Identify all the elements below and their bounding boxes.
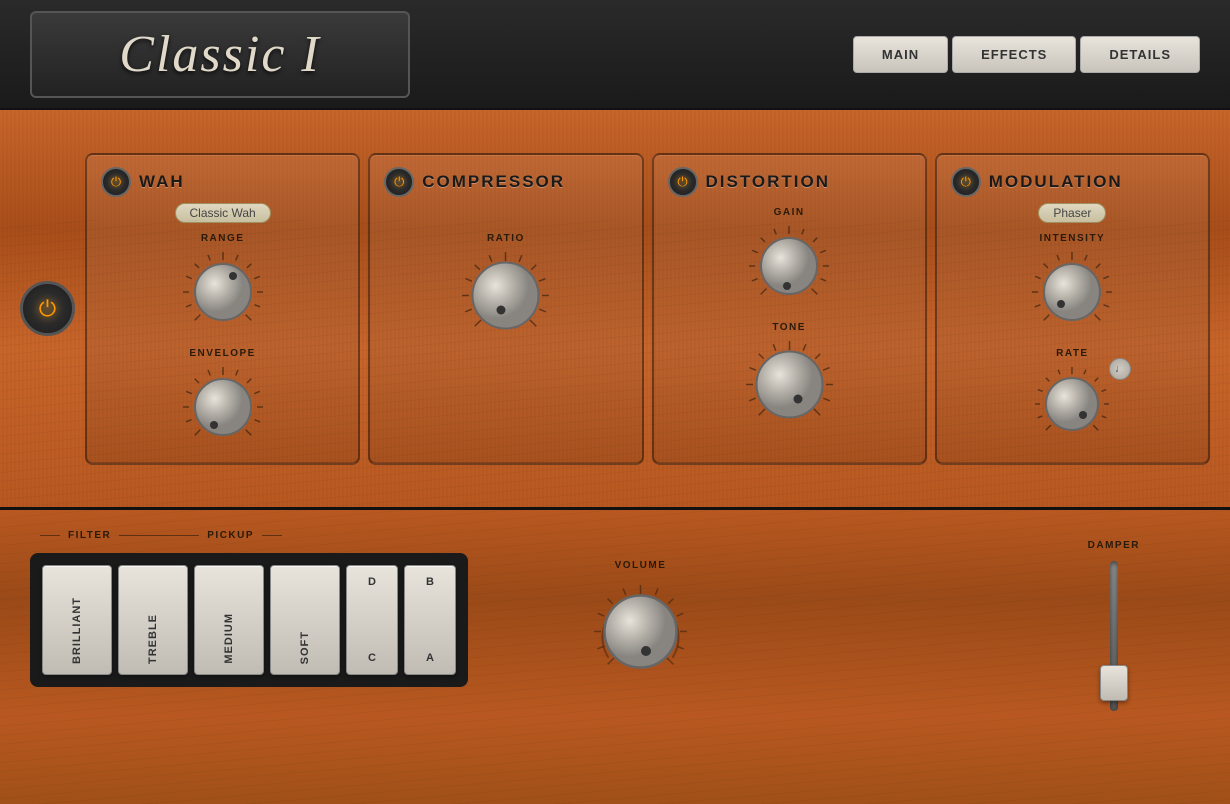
modulation-rate-knob-container	[1031, 363, 1113, 445]
distortion-tone-knob-container	[742, 337, 837, 432]
modulation-header: ⏻ MODULATION	[951, 167, 1194, 197]
wah-knobs: RANGE	[179, 233, 267, 451]
distortion-gain-ticks	[745, 222, 833, 310]
wah-range-ticks	[179, 248, 267, 336]
compressor-ratio-section: RATIO	[458, 233, 553, 343]
medium-button[interactable]: MEDIUM	[194, 565, 264, 675]
wah-title: WAH	[139, 172, 185, 192]
distortion-tone-ticks	[742, 337, 837, 432]
bottom-area: FILTER PICKUP BRILLIANT TREBLE MEDIUM SO…	[0, 510, 1230, 804]
volume-label: VOLUME	[615, 560, 667, 571]
distortion-header: ⏻ DISTORTION	[668, 167, 911, 197]
brilliant-button[interactable]: BRILLIANT	[42, 565, 112, 675]
modulation-power-icon: ⏻	[961, 174, 971, 190]
compressor-ratio-label: RATIO	[487, 233, 525, 244]
title-box: Classic I	[30, 11, 410, 98]
wah-dropdown[interactable]: Classic Wah	[175, 203, 271, 223]
modulation-intensity-section: INTENSITY	[1028, 233, 1116, 336]
app-title: Classic I	[119, 26, 320, 83]
damper-slider-track	[1110, 561, 1118, 711]
filter-line-left	[40, 535, 60, 536]
global-power-button[interactable]: ⏻	[20, 281, 75, 336]
compressor-power-icon: ⏻	[394, 174, 404, 190]
distortion-power-button[interactable]: ⏻	[668, 167, 698, 197]
distortion-gain-section: GAIN	[745, 207, 833, 310]
treble-label: TREBLE	[147, 614, 159, 664]
effect-panels: ⏻ WAH Classic Wah RANGE	[85, 153, 1210, 465]
damper-section: DAMPER	[1088, 540, 1140, 711]
details-button[interactable]: DETAILS	[1080, 36, 1200, 73]
modulation-rate-knob-wrapper: ♩	[1031, 363, 1113, 445]
pickup-label: PICKUP	[207, 530, 254, 541]
compressor-header: ⏻ COMPRESSOR	[384, 167, 627, 197]
distortion-power-icon: ⏻	[677, 174, 687, 190]
wah-envelope-label: ENVELOPE	[189, 348, 255, 359]
medium-label: MEDIUM	[223, 613, 235, 664]
header-buttons: MAIN EFFECTS DETAILS	[853, 36, 1200, 73]
distortion-gain-knob-container	[745, 222, 833, 310]
damper-slider-thumb[interactable]	[1100, 665, 1128, 701]
modulation-dropdown[interactable]: Phaser	[1038, 203, 1106, 223]
distortion-tone-label: TONE	[772, 322, 806, 333]
damper-label: DAMPER	[1088, 540, 1140, 551]
brilliant-label: BRILLIANT	[71, 597, 83, 664]
distortion-gain-label: GAIN	[774, 207, 805, 218]
volume-knob-svg	[588, 579, 693, 684]
filter-line-right	[119, 535, 199, 536]
filter-label: FILTER	[68, 530, 111, 541]
modulation-intensity-knob-container	[1028, 248, 1116, 336]
distortion-knobs: GAIN	[742, 207, 837, 432]
section-labels-row: FILTER PICKUP	[40, 530, 468, 541]
distortion-panel: ⏻ DISTORTION GAIN	[652, 153, 927, 465]
buttons-frame: BRILLIANT TREBLE MEDIUM SOFT D C B A	[30, 553, 468, 687]
wah-power-button[interactable]: ⏻	[101, 167, 131, 197]
effects-area: ⏻ ⏻ WAH Classic Wah RANGE	[0, 110, 1230, 510]
volume-knob-container	[588, 579, 693, 684]
main-button[interactable]: MAIN	[853, 36, 948, 73]
soft-label: SOFT	[299, 631, 311, 664]
distortion-title: DISTORTION	[706, 172, 831, 192]
pickup-dc-button[interactable]: D C	[346, 565, 398, 675]
wah-range-label: RANGE	[201, 233, 245, 244]
modulation-rate-ticks	[1031, 363, 1113, 445]
modulation-rate-section: RATE	[1031, 348, 1113, 445]
modulation-intensity-ticks	[1028, 248, 1116, 336]
pickup-ba-button[interactable]: B A	[404, 565, 456, 675]
modulation-panel: ⏻ MODULATION Phaser INTENSITY	[935, 153, 1210, 465]
wah-power-icon: ⏻	[111, 174, 121, 190]
pickup-a-label: A	[426, 652, 434, 664]
pickup-b-label: B	[426, 576, 434, 588]
modulation-title: MODULATION	[989, 172, 1123, 192]
note-icon: ♩	[1115, 363, 1126, 375]
pickup-line-right	[262, 535, 282, 536]
wah-envelope-ticks	[179, 363, 267, 451]
modulation-knobs: INTENSITY	[1028, 233, 1116, 445]
volume-section: VOLUME	[588, 560, 693, 684]
treble-button[interactable]: TREBLE	[118, 565, 188, 675]
wah-range-section: RANGE	[179, 233, 267, 336]
wah-header: ⏻ WAH	[101, 167, 344, 197]
pickup-d-label: D	[368, 576, 376, 588]
wah-panel: ⏻ WAH Classic Wah RANGE	[85, 153, 360, 465]
header: Classic I MAIN EFFECTS DETAILS	[0, 0, 1230, 110]
global-power-icon: ⏻	[39, 296, 56, 322]
compressor-panel: ⏻ COMPRESSOR RATIO	[368, 153, 643, 465]
filter-pickup-section: FILTER PICKUP BRILLIANT TREBLE MEDIUM SO…	[30, 530, 468, 687]
wah-envelope-knob-container	[179, 363, 267, 451]
modulation-power-button[interactable]: ⏻	[951, 167, 981, 197]
distortion-tone-section: TONE	[742, 322, 837, 432]
wah-range-knob-container	[179, 248, 267, 336]
compressor-title: COMPRESSOR	[422, 172, 565, 192]
compressor-ratio-ticks	[458, 248, 553, 343]
compressor-knobs: RATIO	[458, 233, 553, 343]
compressor-power-button[interactable]: ⏻	[384, 167, 414, 197]
pickup-c-label: C	[368, 652, 376, 664]
modulation-intensity-label: INTENSITY	[1040, 233, 1106, 244]
compressor-ratio-knob-container	[458, 248, 553, 343]
effects-button[interactable]: EFFECTS	[952, 36, 1076, 73]
rate-sync-button[interactable]: ♩	[1109, 358, 1131, 380]
wah-envelope-section: ENVELOPE	[179, 348, 267, 451]
modulation-rate-label: RATE	[1056, 348, 1088, 359]
soft-button[interactable]: SOFT	[270, 565, 340, 675]
